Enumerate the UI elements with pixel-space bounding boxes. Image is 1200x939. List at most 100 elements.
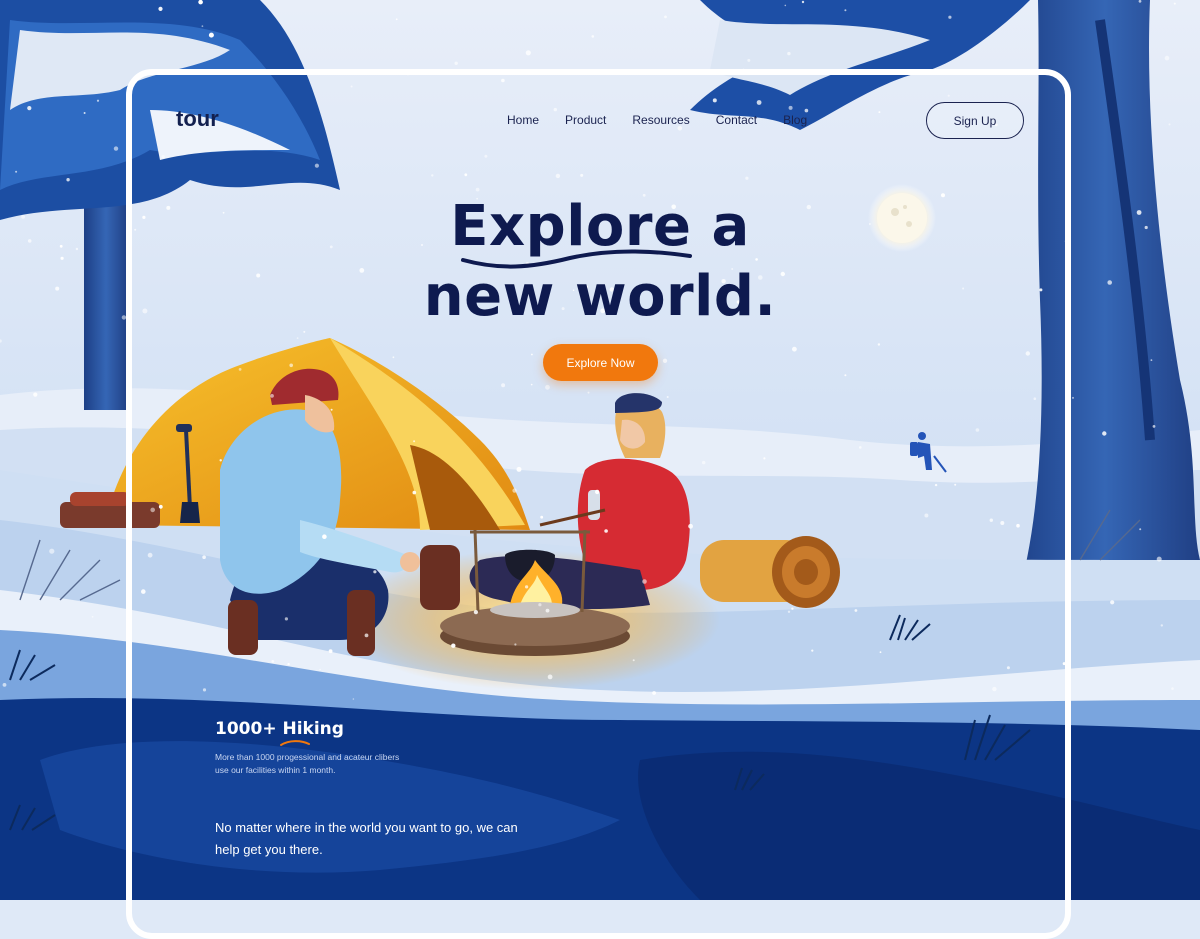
snowflake — [531, 353, 533, 356]
snowflake — [55, 286, 60, 291]
snowflake — [788, 105, 793, 110]
snowflake — [392, 356, 395, 359]
snowflake — [464, 173, 468, 177]
stat-title: 1000+ Hiking — [215, 719, 344, 739]
hero-title-line-2: new world. — [423, 264, 777, 329]
snowflake — [202, 688, 207, 692]
snowflake — [1067, 469, 1071, 472]
snowflake — [27, 106, 32, 111]
snowflake — [270, 394, 274, 398]
snowflake — [395, 18, 398, 21]
snowflake — [330, 408, 333, 411]
snowflake — [219, 459, 222, 462]
snowflake — [1062, 662, 1066, 666]
snowflake — [1039, 288, 1043, 292]
snowflake — [364, 633, 369, 638]
nav-item-product[interactable]: Product — [565, 113, 606, 127]
snowflake — [688, 523, 693, 529]
snowflake — [792, 346, 797, 352]
snowflake — [1171, 687, 1174, 690]
snowflake — [413, 440, 416, 443]
snowflake — [350, 85, 353, 88]
snowflake — [75, 247, 79, 251]
snowflake — [934, 483, 938, 487]
snowflake — [501, 383, 506, 388]
nav-item-contact[interactable]: Contact — [716, 113, 757, 127]
tagline: No matter where in the world you want to… — [215, 820, 518, 857]
snowflake — [147, 552, 153, 558]
snowflake — [201, 25, 204, 28]
snowflake — [989, 518, 993, 522]
snowflake — [473, 610, 478, 615]
snowflake — [954, 483, 957, 486]
snowflake — [328, 649, 333, 654]
main-nav: Home Product Resources Contact Blog — [507, 113, 833, 127]
snowflake — [1164, 55, 1170, 61]
snowflake — [91, 615, 94, 618]
snowflake — [591, 35, 595, 38]
snowflake — [844, 9, 847, 12]
snowflake — [21, 215, 25, 219]
snowflake — [1006, 666, 1010, 670]
snowflake — [878, 111, 881, 114]
snowflake — [296, 337, 299, 339]
snowflake — [666, 396, 669, 398]
sign-up-button[interactable]: Sign Up — [926, 102, 1024, 139]
logo[interactable]: tour — [176, 106, 219, 132]
snowflake — [322, 534, 327, 539]
snowflake — [1136, 210, 1142, 215]
snowflake — [271, 660, 275, 663]
snowflake — [787, 610, 791, 613]
snowflake — [142, 215, 146, 219]
snowflake — [454, 61, 458, 65]
hero-illustration — [0, 0, 1200, 900]
snowflake — [580, 173, 584, 177]
snowflake — [538, 603, 542, 607]
snowflake — [1152, 425, 1156, 428]
snowflake — [66, 178, 70, 182]
snowflake — [319, 668, 321, 671]
snowflake — [83, 112, 86, 114]
snowflake — [284, 617, 288, 621]
title-swoosh-decoration — [461, 249, 692, 269]
snowflake — [642, 579, 647, 584]
stat-description: More than 1000 progessional and acateur … — [215, 752, 400, 775]
snowflake — [49, 548, 55, 554]
nav-item-blog[interactable]: Blog — [783, 113, 807, 127]
snowflake — [784, 4, 787, 7]
snowflake — [992, 686, 997, 692]
nav-item-resources[interactable]: Resources — [632, 113, 689, 127]
snowflake — [924, 513, 929, 518]
snowflake — [604, 529, 608, 533]
snowflake — [545, 608, 550, 613]
snowflake — [804, 108, 809, 113]
snowflake — [15, 170, 18, 173]
snowflake — [1102, 431, 1107, 436]
snowflake — [126, 345, 131, 350]
snowflake — [525, 585, 529, 589]
snowflake — [431, 174, 434, 177]
snowflake — [512, 488, 517, 493]
snowflake — [632, 659, 635, 662]
snowflake — [941, 193, 945, 198]
nav-item-home[interactable]: Home — [507, 113, 539, 127]
snowflake — [587, 391, 590, 394]
snowflake — [501, 78, 505, 83]
snowflake — [198, 0, 203, 5]
snowflake — [555, 173, 561, 179]
explore-now-button[interactable]: Explore Now — [543, 344, 658, 381]
snowflake — [854, 609, 858, 612]
snowflake — [1072, 396, 1074, 399]
snowflake — [879, 651, 882, 654]
snowflake — [801, 0, 805, 4]
snowflake — [405, 71, 410, 76]
snowflake — [859, 446, 862, 449]
snowflake — [60, 256, 64, 260]
snowflake — [962, 287, 965, 290]
snowflake — [1139, 528, 1142, 531]
snowflake — [158, 6, 163, 11]
snowflake — [1144, 225, 1148, 230]
snowflake — [59, 244, 63, 248]
snowflake — [134, 228, 137, 231]
snowflake — [1168, 123, 1171, 126]
